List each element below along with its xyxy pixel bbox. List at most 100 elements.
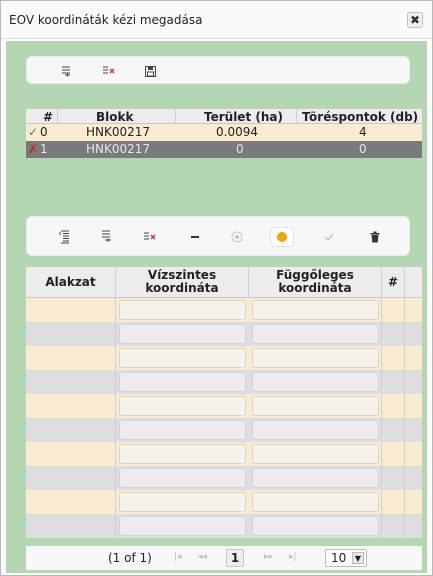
table-row[interactable]: ✓ 0 HNK00217 0.0094 4 [26, 124, 422, 141]
insert-below-button[interactable] [97, 229, 117, 245]
column-divider [381, 418, 382, 442]
table-row[interactable] [26, 298, 422, 322]
column-divider [404, 370, 405, 394]
col-shape[interactable]: Alakzat [26, 267, 115, 297]
column-divider [115, 370, 116, 394]
coords-rows [26, 298, 422, 538]
table-row[interactable] [26, 370, 422, 394]
row-points: 4 [359, 125, 367, 139]
current-page-button[interactable]: 1 [226, 549, 244, 567]
vertical-coordinate-input[interactable] [252, 348, 379, 368]
vertical-coordinate-input[interactable] [252, 300, 379, 320]
col-number[interactable]: # [382, 267, 404, 297]
blocks-toolbar [26, 56, 410, 84]
column-divider [381, 394, 382, 418]
col-block[interactable]: Blokk [96, 110, 133, 124]
col-vertical[interactable]: Függőleges koordináta [249, 267, 381, 297]
row-insert-icon [62, 66, 70, 77]
next-page-button[interactable]: ▸▸ [264, 552, 273, 562]
column-divider [404, 346, 405, 370]
first-page-button[interactable]: |◂ [174, 552, 182, 562]
minus-button[interactable] [185, 229, 205, 245]
trash-button[interactable] [365, 229, 385, 245]
insert-above-button[interactable] [55, 229, 75, 245]
col-horizontal[interactable]: Vízszintes koordináta [116, 267, 248, 297]
add-row-button[interactable] [57, 63, 77, 79]
page-info: (1 of 1) [108, 551, 152, 565]
table-row[interactable] [26, 442, 422, 466]
insert-above-icon [59, 230, 69, 244]
table-row[interactable] [26, 490, 422, 514]
column-divider [115, 490, 116, 514]
column-divider [404, 322, 405, 346]
close-button[interactable]: ✖ [407, 12, 423, 28]
delete-row-button[interactable] [99, 63, 119, 79]
col-area[interactable]: Terület (ha) [204, 110, 283, 124]
error-icon: ✗ [28, 142, 39, 156]
vertical-coordinate-input[interactable] [252, 516, 379, 536]
vertical-coordinate-input[interactable] [252, 444, 379, 464]
column-divider [404, 394, 405, 418]
col-breakpoints[interactable]: Töréspontok (db) [302, 110, 418, 124]
column-divider [115, 322, 116, 346]
column-divider [381, 466, 382, 490]
column-divider [404, 466, 405, 490]
row-area: 0 [236, 142, 244, 156]
table-row[interactable] [26, 322, 422, 346]
column-divider [381, 298, 382, 322]
delete-point-button[interactable] [140, 229, 160, 245]
paginator: (1 of 1) |◂ ◂◂ 1 ▸▸ ▸| 10 ▼ [26, 546, 422, 570]
check-icon [324, 233, 334, 242]
row-points: 0 [359, 142, 367, 156]
column-divider [115, 466, 116, 490]
table-row[interactable] [26, 466, 422, 490]
table-row[interactable] [26, 418, 422, 442]
vertical-coordinate-input[interactable] [252, 468, 379, 488]
column-divider [115, 298, 116, 322]
save-button[interactable] [140, 63, 160, 79]
vertical-coordinate-input[interactable] [252, 396, 379, 416]
vertical-coordinate-input[interactable] [252, 492, 379, 512]
title-bar: EOV koordináták kézi megadása ✖ [1, 1, 432, 39]
horizontal-coordinate-input[interactable] [119, 372, 246, 392]
table-row[interactable] [26, 346, 422, 370]
horizontal-coordinate-input[interactable] [119, 348, 246, 368]
table-row[interactable] [26, 514, 422, 538]
column-divider [381, 514, 382, 538]
confirm-button[interactable] [317, 227, 341, 247]
horizontal-coordinate-input[interactable] [119, 468, 246, 488]
vertical-coordinate-input[interactable] [252, 324, 379, 344]
coords-table-header: Alakzat Vízszintes koordináta Függőleges… [26, 266, 422, 298]
prev-page-button[interactable]: ◂◂ [198, 552, 207, 562]
column-divider [404, 442, 405, 466]
horizontal-coordinate-input[interactable] [119, 396, 246, 416]
horizontal-coordinate-input[interactable] [119, 444, 246, 464]
column-divider [115, 418, 116, 442]
dot-icon [277, 232, 287, 242]
column-divider [381, 490, 382, 514]
column-divider [404, 490, 405, 514]
radio-button[interactable] [227, 229, 247, 245]
horizontal-coordinate-input[interactable] [119, 492, 246, 512]
column-divider [381, 346, 382, 370]
horizontal-coordinate-input[interactable] [119, 324, 246, 344]
last-page-button[interactable]: ▸| [289, 552, 297, 562]
rows-per-page-select[interactable]: 10 ▼ [325, 549, 367, 567]
table-row[interactable] [26, 394, 422, 418]
column-divider [115, 394, 116, 418]
row-index: 0 [40, 125, 48, 139]
horizontal-coordinate-input[interactable] [119, 516, 246, 536]
row-block: HNK00217 [86, 142, 151, 156]
vertical-coordinate-input[interactable] [252, 372, 379, 392]
horizontal-coordinate-input[interactable] [119, 300, 246, 320]
table-row-selected[interactable]: ✗ 1 HNK00217 0 0 [26, 141, 422, 158]
row-index: 1 [40, 142, 48, 156]
column-divider [115, 346, 116, 370]
point-mode-button[interactable] [270, 227, 294, 247]
horizontal-coordinate-input[interactable] [119, 420, 246, 440]
col-index[interactable]: # [43, 110, 53, 124]
dialog-window: EOV koordináták kézi megadása ✖ # Blokk … [0, 0, 433, 576]
save-icon [144, 65, 156, 77]
column-divider [381, 442, 382, 466]
vertical-coordinate-input[interactable] [252, 420, 379, 440]
